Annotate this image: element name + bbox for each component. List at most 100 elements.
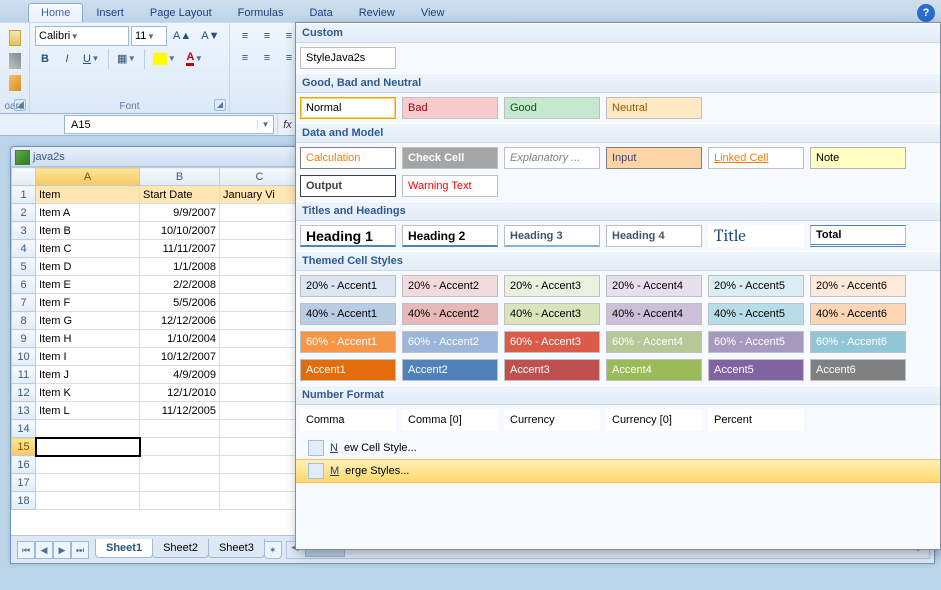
style-warning-text[interactable]: Warning Text bbox=[402, 175, 498, 197]
cell-B18[interactable] bbox=[140, 492, 220, 510]
cell-C4[interactable] bbox=[220, 240, 300, 258]
ribbon-tab-insert[interactable]: Insert bbox=[83, 3, 137, 22]
cell-C12[interactable] bbox=[220, 384, 300, 402]
italic-button[interactable]: I bbox=[57, 49, 77, 69]
cell-C14[interactable] bbox=[220, 420, 300, 438]
cell-B4[interactable]: 11/11/2007 bbox=[140, 240, 220, 258]
cell-A16[interactable] bbox=[36, 456, 140, 474]
style-note[interactable]: Note bbox=[810, 147, 906, 169]
style-explanatory-[interactable]: Explanatory ... bbox=[504, 147, 600, 169]
cell-C8[interactable] bbox=[220, 312, 300, 330]
paste-button[interactable] bbox=[5, 26, 25, 50]
style-60-accent4[interactable]: 60% - Accent4 bbox=[606, 331, 702, 353]
font-size-combo[interactable]: 11▼ bbox=[131, 26, 167, 46]
cell-A2[interactable]: Item A bbox=[36, 204, 140, 222]
cell-C11[interactable] bbox=[220, 366, 300, 384]
style-stylejava2s[interactable]: StyleJava2s bbox=[300, 47, 396, 69]
style-check-cell[interactable]: Check Cell bbox=[402, 147, 498, 169]
style-40-accent4[interactable]: 40% - Accent4 bbox=[606, 303, 702, 325]
row-header-15[interactable]: 15 bbox=[12, 438, 36, 456]
font-family-combo[interactable]: Calibri▼ bbox=[35, 26, 129, 46]
style-20-accent5[interactable]: 20% - Accent5 bbox=[708, 275, 804, 297]
cell-A9[interactable]: Item H bbox=[36, 330, 140, 348]
style-accent1[interactable]: Accent1 bbox=[300, 359, 396, 381]
align-left-button[interactable]: ≡ bbox=[235, 48, 255, 68]
sheet-nav-last[interactable]: ⏭ bbox=[71, 541, 89, 559]
cell-C7[interactable] bbox=[220, 294, 300, 312]
cell-B6[interactable]: 2/2/2008 bbox=[140, 276, 220, 294]
style-heading-2[interactable]: Heading 2 bbox=[402, 225, 498, 247]
cell-C15[interactable] bbox=[220, 438, 300, 456]
name-box[interactable]: A15▼ bbox=[64, 115, 274, 134]
select-all-corner[interactable] bbox=[12, 168, 36, 186]
cell-C5[interactable] bbox=[220, 258, 300, 276]
cell-C13[interactable] bbox=[220, 402, 300, 420]
style-comma[interactable]: Comma bbox=[300, 409, 396, 431]
new-sheet-button[interactable]: ✶ bbox=[264, 541, 282, 559]
style-60-accent5[interactable]: 60% - Accent5 bbox=[708, 331, 804, 353]
cell-C2[interactable] bbox=[220, 204, 300, 222]
cell-B17[interactable] bbox=[140, 474, 220, 492]
align-top-button[interactable]: ≡ bbox=[235, 26, 255, 46]
cell-B7[interactable]: 5/5/2006 bbox=[140, 294, 220, 312]
cell-B15[interactable] bbox=[140, 438, 220, 456]
cell-B11[interactable]: 4/9/2009 bbox=[140, 366, 220, 384]
cell-C1[interactable]: January Vi bbox=[220, 186, 300, 204]
font-dialog-launcher[interactable]: ◢ bbox=[214, 99, 226, 111]
sheet-nav-prev[interactable]: ◀ bbox=[35, 541, 53, 559]
cell-B1[interactable]: Start Date bbox=[140, 186, 220, 204]
row-header-1[interactable]: 1 bbox=[12, 186, 36, 204]
cell-B9[interactable]: 1/10/2004 bbox=[140, 330, 220, 348]
style-comma-0-[interactable]: Comma [0] bbox=[402, 409, 498, 431]
style-bad[interactable]: Bad bbox=[402, 97, 498, 119]
underline-button[interactable]: U▼ bbox=[79, 49, 104, 69]
style-neutral[interactable]: Neutral bbox=[606, 97, 702, 119]
style-total[interactable]: Total bbox=[810, 225, 906, 247]
sheet-nav-next[interactable]: ▶ bbox=[53, 541, 71, 559]
row-header-4[interactable]: 4 bbox=[12, 240, 36, 258]
cell-B12[interactable]: 12/1/2010 bbox=[140, 384, 220, 402]
row-header-3[interactable]: 3 bbox=[12, 222, 36, 240]
style-calculation[interactable]: Calculation bbox=[300, 147, 396, 169]
gallery-action-merge-styles-[interactable]: Merge Styles... bbox=[296, 459, 940, 483]
row-header-2[interactable]: 2 bbox=[12, 204, 36, 222]
ribbon-tab-formulas[interactable]: Formulas bbox=[225, 3, 297, 22]
style-heading-1[interactable]: Heading 1 bbox=[300, 225, 396, 247]
style-normal[interactable]: Normal bbox=[300, 97, 396, 119]
style-currency[interactable]: Currency bbox=[504, 409, 600, 431]
col-header-A[interactable]: A bbox=[36, 168, 140, 186]
clipboard-dialog-launcher[interactable]: ◢ bbox=[14, 99, 26, 111]
row-header-14[interactable]: 14 bbox=[12, 420, 36, 438]
sheet-nav-first[interactable]: ⏮ bbox=[17, 541, 35, 559]
fill-color-button[interactable]: ▼ bbox=[149, 49, 180, 69]
row-header-6[interactable]: 6 bbox=[12, 276, 36, 294]
style-40-accent6[interactable]: 40% - Accent6 bbox=[810, 303, 906, 325]
cell-C16[interactable] bbox=[220, 456, 300, 474]
cell-A8[interactable]: Item G bbox=[36, 312, 140, 330]
row-header-8[interactable]: 8 bbox=[12, 312, 36, 330]
ribbon-tab-home[interactable]: Home bbox=[28, 3, 83, 22]
row-header-7[interactable]: 7 bbox=[12, 294, 36, 312]
row-header-10[interactable]: 10 bbox=[12, 348, 36, 366]
sheet-tab-sheet1[interactable]: Sheet1 bbox=[95, 539, 153, 558]
cell-A5[interactable]: Item D bbox=[36, 258, 140, 276]
style-40-accent1[interactable]: 40% - Accent1 bbox=[300, 303, 396, 325]
help-icon[interactable]: ? bbox=[917, 4, 935, 22]
ribbon-tab-page-layout[interactable]: Page Layout bbox=[137, 3, 225, 22]
style-output[interactable]: Output bbox=[300, 175, 396, 197]
style-heading-3[interactable]: Heading 3 bbox=[504, 225, 600, 247]
row-header-13[interactable]: 13 bbox=[12, 402, 36, 420]
ribbon-tab-view[interactable]: View bbox=[408, 3, 458, 22]
style-accent2[interactable]: Accent2 bbox=[402, 359, 498, 381]
cell-C6[interactable] bbox=[220, 276, 300, 294]
style-linked-cell[interactable]: Linked Cell bbox=[708, 147, 804, 169]
grow-font-button[interactable]: A▲ bbox=[169, 26, 195, 46]
format-painter-button[interactable] bbox=[5, 72, 25, 94]
col-header-B[interactable]: B bbox=[140, 168, 220, 186]
cell-A18[interactable] bbox=[36, 492, 140, 510]
ribbon-tab-review[interactable]: Review bbox=[346, 3, 408, 22]
row-header-9[interactable]: 9 bbox=[12, 330, 36, 348]
sheet-tab-sheet2[interactable]: Sheet2 bbox=[152, 539, 209, 558]
style-title[interactable]: Title bbox=[708, 225, 804, 247]
cell-A17[interactable] bbox=[36, 474, 140, 492]
